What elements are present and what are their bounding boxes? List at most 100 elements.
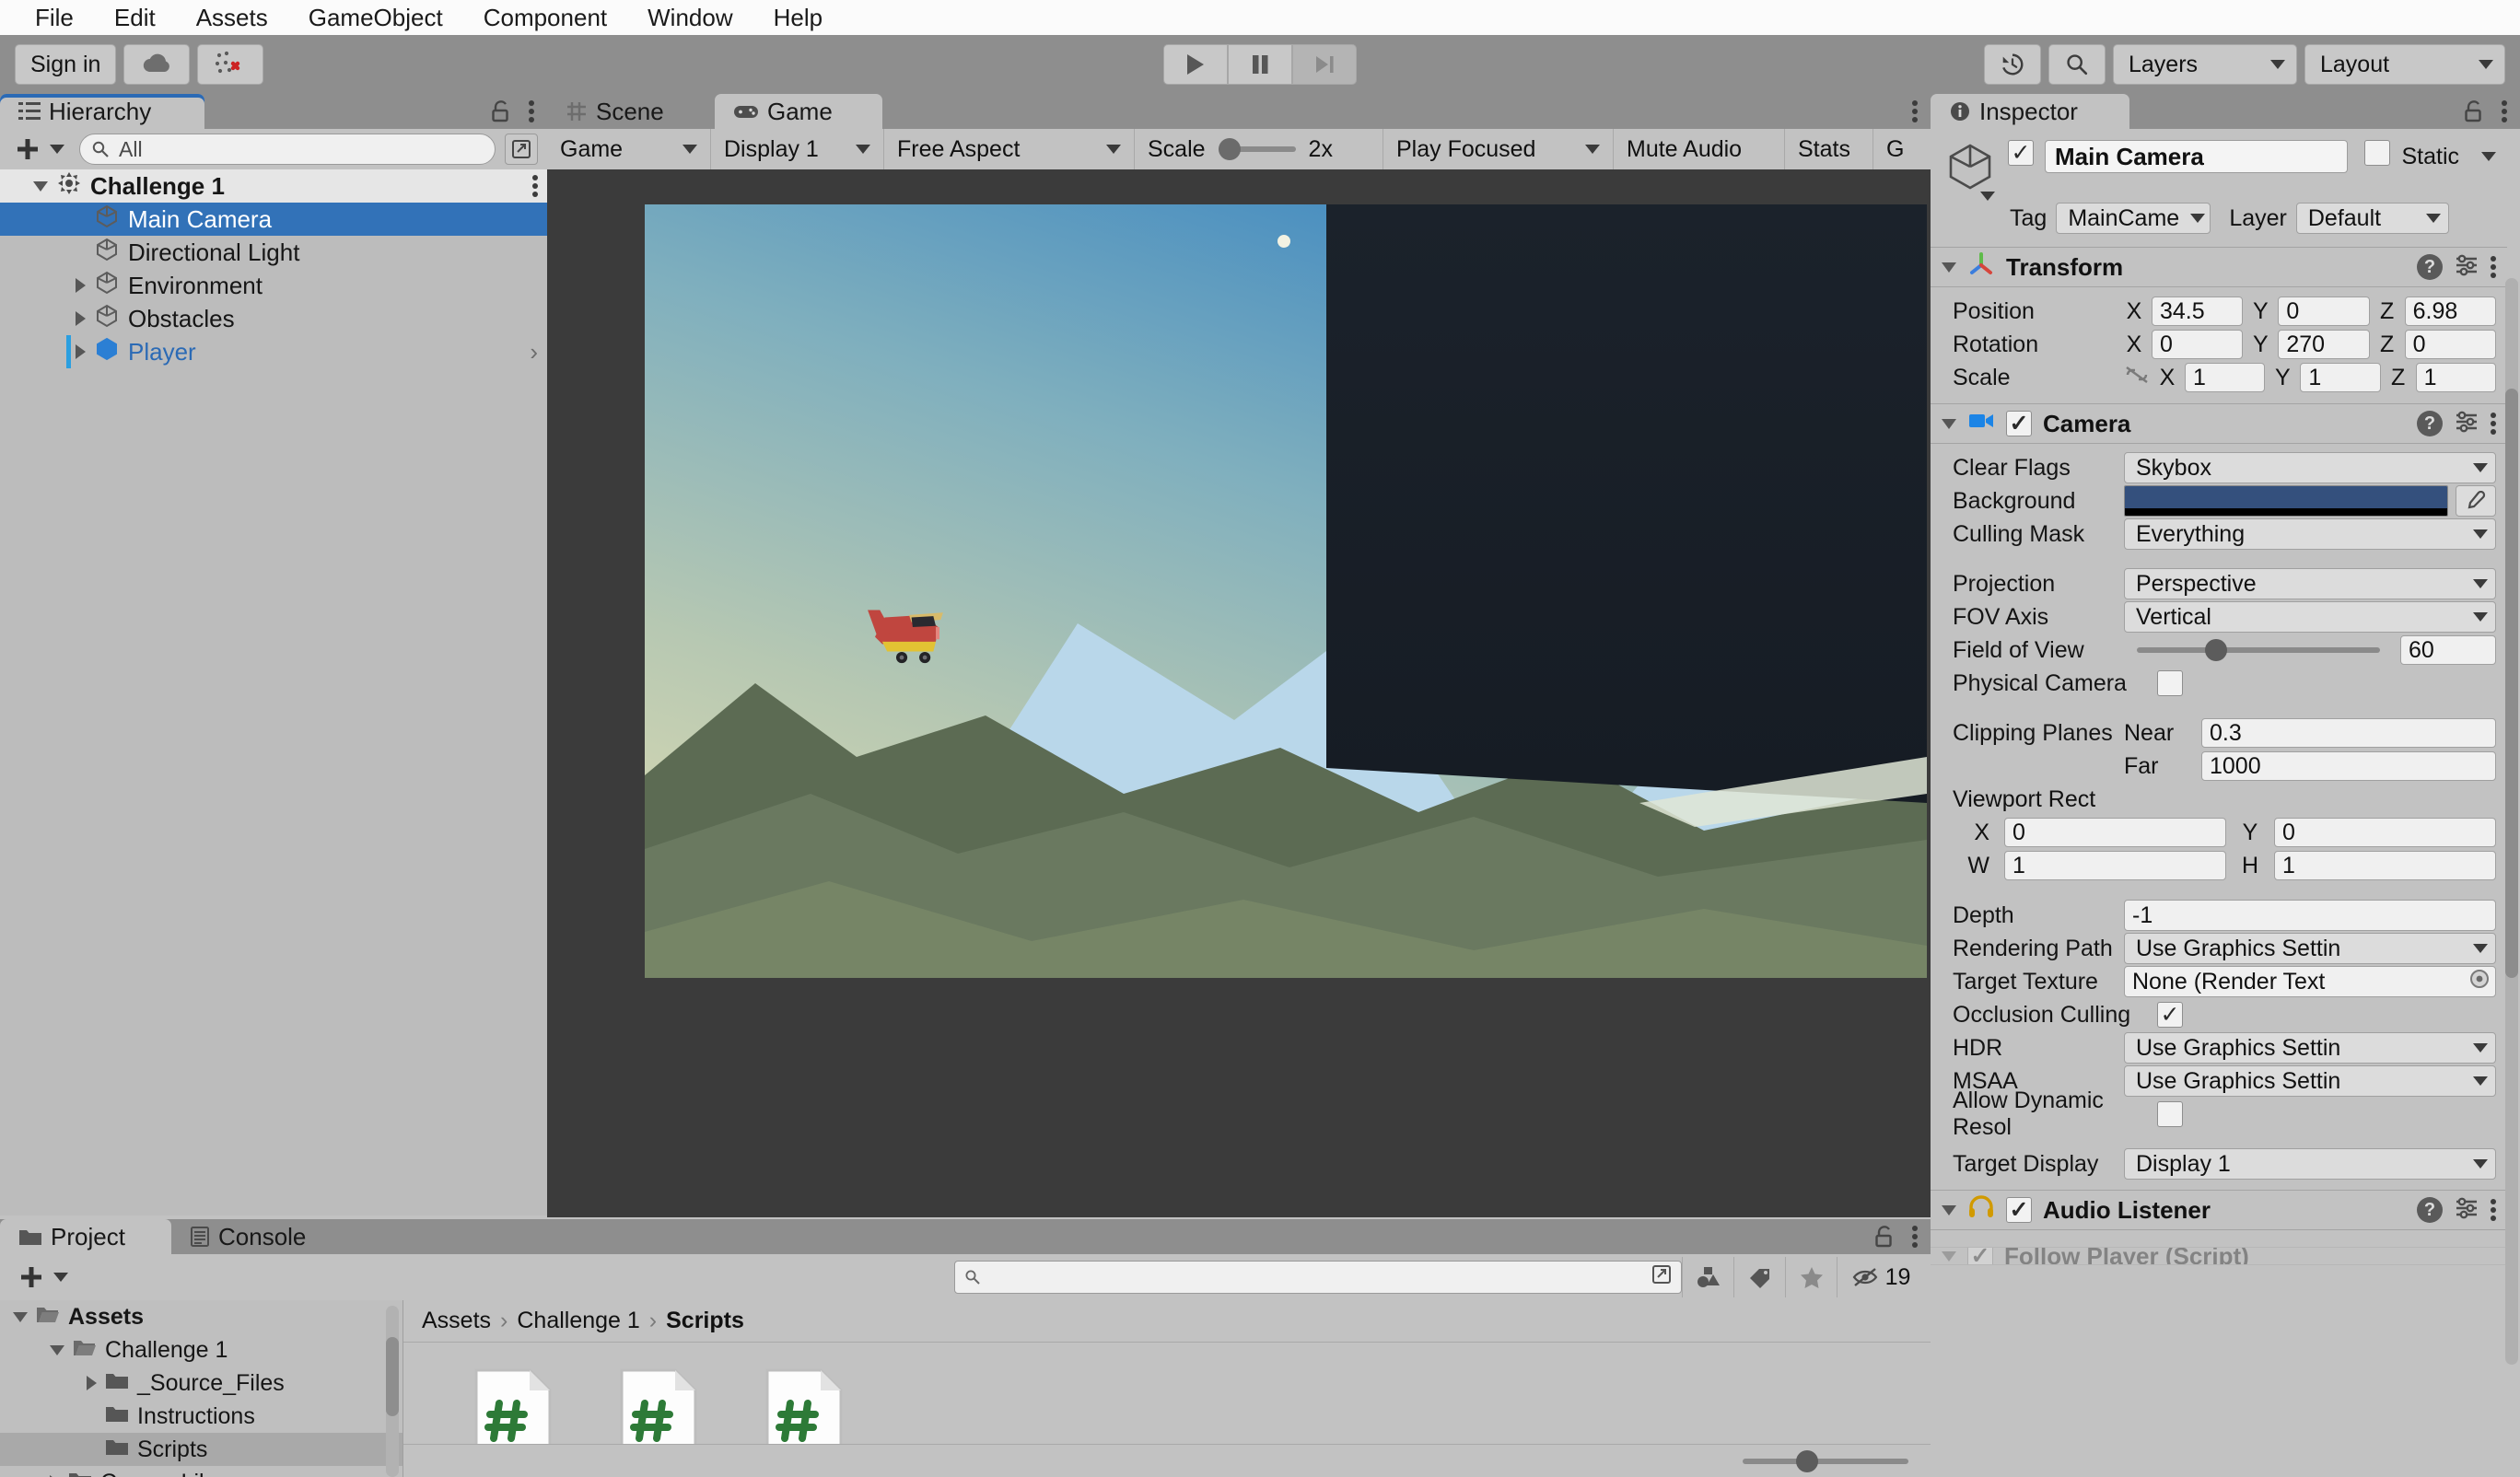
menu-item-assets[interactable]: Assets bbox=[176, 0, 288, 35]
property-input[interactable]: -1 bbox=[2124, 900, 2496, 931]
favorite-filter-button[interactable] bbox=[1785, 1257, 1837, 1297]
component-enabled-checkbox[interactable] bbox=[2006, 1197, 2032, 1223]
field-x[interactable]: 34.5 bbox=[2152, 297, 2243, 326]
pause-button[interactable] bbox=[1228, 44, 1292, 85]
unity-services-error-icon[interactable] bbox=[197, 44, 263, 85]
game-playmode-dropdown[interactable]: Play Focused bbox=[1383, 129, 1614, 169]
game-render-surface[interactable] bbox=[645, 204, 1927, 978]
static-checkbox[interactable] bbox=[2364, 140, 2390, 166]
menu-item-edit[interactable]: Edit bbox=[94, 0, 176, 35]
tab-scene[interactable]: Scene bbox=[547, 94, 715, 129]
project-add-button[interactable] bbox=[13, 1264, 74, 1290]
project-tree-row--source-files[interactable]: _Source_Files bbox=[0, 1367, 402, 1400]
component-menu-icon[interactable] bbox=[2491, 411, 2496, 436]
clipping-far-input[interactable]: 1000 bbox=[2201, 751, 2496, 781]
property-checkbox[interactable] bbox=[2157, 670, 2183, 696]
component-menu-icon[interactable] bbox=[2491, 1197, 2496, 1223]
field-x[interactable]: 0 bbox=[2152, 330, 2243, 359]
scene-row-menu-icon[interactable] bbox=[532, 173, 538, 199]
chevron-down-icon[interactable] bbox=[50, 1345, 64, 1355]
help-icon[interactable]: ? bbox=[2417, 1197, 2443, 1223]
field-y[interactable]: 0 bbox=[2278, 297, 2369, 326]
component-menu-icon[interactable] bbox=[2491, 254, 2496, 280]
property-dropdown[interactable]: Use Graphics Settin bbox=[2124, 1032, 2496, 1064]
field-z[interactable]: 6.98 bbox=[2405, 297, 2496, 326]
fov-value-input[interactable]: 60 bbox=[2400, 635, 2496, 665]
viewport-field-b[interactable]: 0 bbox=[2274, 818, 2496, 847]
game-scale-slider[interactable]: Scale 2x bbox=[1135, 129, 1383, 169]
project-tree-scrollbar[interactable] bbox=[386, 1306, 399, 1477]
property-dropdown[interactable]: Perspective bbox=[2124, 568, 2496, 599]
asset-zoom-slider-knob[interactable] bbox=[1796, 1450, 1818, 1472]
hierarchy-menu-icon[interactable] bbox=[529, 99, 534, 124]
field-y[interactable]: 1 bbox=[2300, 363, 2380, 392]
chevron-down-icon[interactable] bbox=[1980, 192, 1995, 201]
viewport-field-b[interactable]: 1 bbox=[2274, 851, 2496, 880]
menu-item-help[interactable]: Help bbox=[753, 0, 843, 35]
layers-dropdown[interactable]: Layers bbox=[2113, 44, 2297, 85]
fov-slider-track[interactable] bbox=[2137, 647, 2380, 653]
chevron-right-icon[interactable]: › bbox=[530, 338, 538, 366]
object-picker-icon[interactable] bbox=[2468, 967, 2491, 997]
menu-item-file[interactable]: File bbox=[15, 0, 94, 35]
property-dropdown[interactable]: Everything bbox=[2124, 518, 2496, 550]
inspector-scrollbar-thumb[interactable] bbox=[2505, 389, 2518, 978]
field-x[interactable]: 1 bbox=[2185, 363, 2265, 392]
chevron-down-icon[interactable] bbox=[13, 1312, 28, 1322]
help-icon[interactable]: ? bbox=[2417, 254, 2443, 280]
project-folder-tree[interactable]: Assets Challenge 1 _Source_Files Instruc… bbox=[0, 1300, 403, 1477]
sign-in-button[interactable]: Sign in bbox=[15, 44, 116, 85]
constrain-proportions-off-icon[interactable] bbox=[2124, 365, 2150, 391]
hierarchy-row-obstacles[interactable]: Obstacles bbox=[0, 302, 547, 335]
asset-type-filter-button[interactable] bbox=[1682, 1257, 1733, 1297]
lock-icon[interactable] bbox=[2463, 99, 2485, 123]
project-search-input[interactable] bbox=[954, 1261, 1682, 1294]
step-button[interactable] bbox=[1292, 44, 1357, 85]
game-mute-audio-toggle[interactable]: Mute Audio bbox=[1614, 129, 1785, 169]
hierarchy-row-main-camera[interactable]: Main Camera bbox=[0, 203, 547, 236]
undo-history-button[interactable] bbox=[1984, 44, 2041, 85]
chevron-down-icon[interactable] bbox=[2481, 152, 2496, 161]
chevron-right-icon[interactable] bbox=[87, 1376, 97, 1390]
property-checkbox[interactable] bbox=[2157, 1101, 2183, 1127]
property-checkbox[interactable] bbox=[2157, 1002, 2183, 1028]
breadcrumb-item-challenge[interactable]: Challenge 1 bbox=[517, 1308, 639, 1334]
project-tree-row-challenge-1[interactable]: Challenge 1 bbox=[0, 1333, 402, 1367]
lock-icon[interactable] bbox=[490, 99, 512, 123]
tab-hierarchy[interactable]: Hierarchy bbox=[0, 94, 204, 129]
scale-slider-knob[interactable] bbox=[1219, 138, 1241, 160]
project-menu-icon[interactable] bbox=[1912, 1224, 1918, 1250]
inspector-menu-icon[interactable] bbox=[2502, 99, 2507, 124]
fov-slider-knob[interactable] bbox=[2205, 639, 2227, 661]
property-dropdown[interactable]: Skybox bbox=[2124, 452, 2496, 483]
field-z[interactable]: 0 bbox=[2405, 330, 2496, 359]
hierarchy-row-challenge-1[interactable]: Challenge 1 bbox=[0, 169, 547, 203]
hierarchy-row-player[interactable]: Player› bbox=[0, 335, 547, 368]
lock-icon[interactable] bbox=[1873, 1225, 1896, 1249]
chevron-right-icon[interactable] bbox=[76, 311, 86, 326]
hierarchy-tree[interactable]: Challenge 1 Main Camera Directional Ligh… bbox=[0, 169, 547, 1215]
inspector-scrollbar[interactable] bbox=[2505, 278, 2518, 1365]
property-dropdown[interactable]: Use Graphics Settin bbox=[2124, 933, 2496, 964]
game-gizmos-dropdown[interactable]: G bbox=[1873, 129, 1910, 169]
play-button[interactable] bbox=[1163, 44, 1228, 85]
game-aspect-dropdown[interactable]: Free Aspect bbox=[884, 129, 1135, 169]
breadcrumb-item-scripts[interactable]: Scripts bbox=[666, 1308, 744, 1334]
inspector-scroll-area[interactable]: Main Camera Static Tag MainCame Layer De… bbox=[1931, 129, 2520, 1477]
menu-item-component[interactable]: Component bbox=[463, 0, 627, 35]
preset-icon[interactable] bbox=[2454, 1195, 2479, 1226]
cloud-icon[interactable] bbox=[123, 44, 190, 85]
clipping-near-input[interactable]: 0.3 bbox=[2201, 718, 2496, 748]
layout-dropdown[interactable]: Layout bbox=[2304, 44, 2505, 85]
component-header-partial[interactable]: Follow Player (Script) bbox=[1931, 1247, 2507, 1265]
game-menu-icon[interactable] bbox=[1912, 99, 1918, 124]
chevron-right-icon[interactable] bbox=[76, 278, 86, 293]
preset-icon[interactable] bbox=[2454, 409, 2479, 439]
field-y[interactable]: 270 bbox=[2278, 330, 2369, 359]
tab-console[interactable]: Console bbox=[171, 1219, 356, 1254]
project-tree-row-scripts[interactable]: Scripts bbox=[0, 1433, 402, 1466]
chevron-down-icon[interactable] bbox=[1942, 419, 1956, 429]
menu-item-window[interactable]: Window bbox=[627, 0, 752, 35]
field-z[interactable]: 1 bbox=[2416, 363, 2496, 392]
game-view-viewport[interactable] bbox=[547, 169, 1931, 1217]
